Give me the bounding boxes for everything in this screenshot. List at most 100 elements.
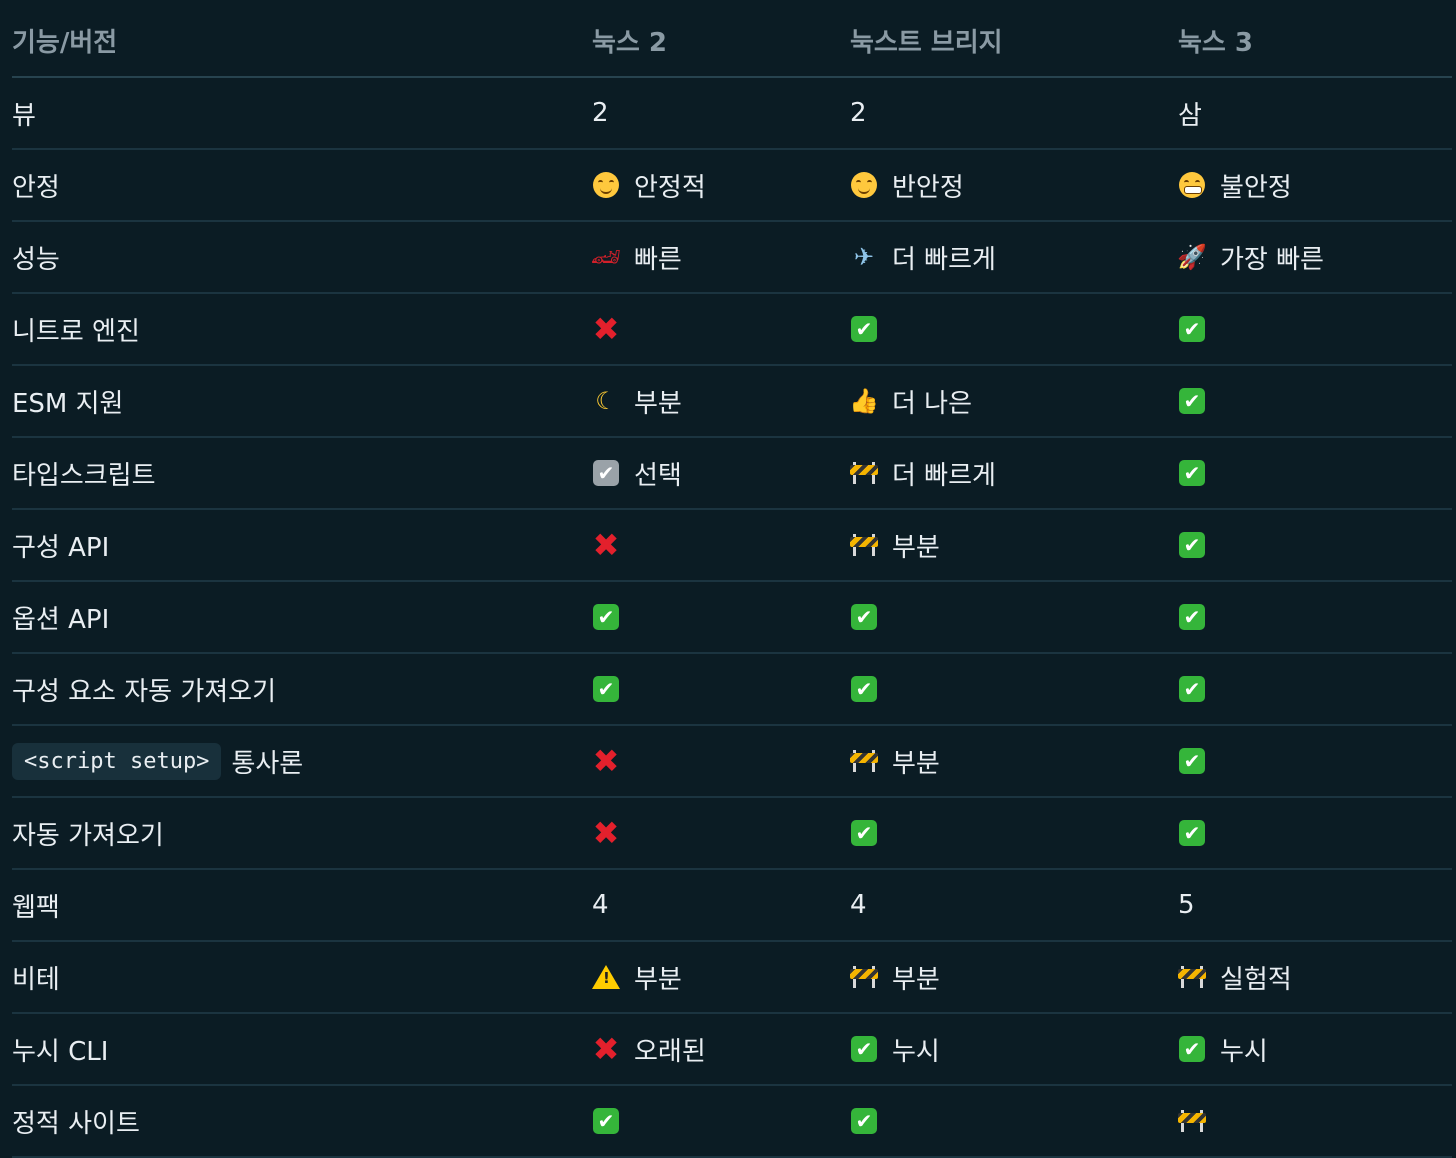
feature-name: 구성 API xyxy=(12,532,110,563)
nuxt2-value: 선택 xyxy=(634,460,682,491)
table-row: 타입스크립트 ✔ 선택 더 빠르게 ✔ xyxy=(12,438,1452,510)
table-row: 정적 사이트 ✔ ✔ xyxy=(12,1086,1452,1158)
nuxt2-value: 부분 xyxy=(634,388,682,419)
feature-cell: 타입스크립트 xyxy=(12,438,156,508)
nuxt2-value: 안정적 xyxy=(634,172,706,203)
construction-icon xyxy=(850,747,878,775)
cross-mark-icon: ✖ xyxy=(592,742,620,780)
bridge-cell: ✔ xyxy=(850,654,878,724)
bridge-cell: ✔ xyxy=(850,798,878,868)
table-row: 성능 🏎 빠른 ✈ 더 빠르게 🚀 가장 빠른 xyxy=(12,222,1452,294)
feature-cell: <script setup> 통사론 xyxy=(12,726,303,796)
table-row: 구성 API ✖ 부분 ✔ xyxy=(12,510,1452,582)
nuxt2-cell: 안정적 xyxy=(592,150,706,220)
construction-icon xyxy=(850,531,878,559)
table-row: 옵션 API ✔ ✔ ✔ xyxy=(12,582,1452,654)
nuxt3-cell: 5 xyxy=(1178,870,1195,940)
nuxt3-cell: ✔ xyxy=(1178,510,1206,580)
nuxt2-value: 빠른 xyxy=(634,244,682,275)
bridge-value: 4 xyxy=(850,890,867,920)
table-header-row: 기능/버전 눅스 2 눅스트 브리지 눅스 3 xyxy=(12,0,1452,78)
feature-name: 뷰 xyxy=(12,100,36,131)
check-mark-icon: ✔ xyxy=(1178,531,1206,559)
feature-cell: 구성 API xyxy=(12,510,109,580)
nuxt3-cell: ✔ xyxy=(1178,654,1206,724)
thumbs-up-icon: 👍 xyxy=(849,387,879,415)
nuxt2-cell: ✖ 오래된 xyxy=(592,1014,706,1084)
check-mark-icon: ✔ xyxy=(1178,387,1206,415)
nuxt2-cell: 2 xyxy=(592,78,609,148)
feature-name: 자동 가져오기 xyxy=(12,820,164,851)
feature-cell: 옵션 API xyxy=(12,582,109,652)
cross-mark-icon: ✖ xyxy=(592,526,620,564)
nuxt2-value: 오래된 xyxy=(634,1036,706,1067)
nuxt2-cell: ✔ xyxy=(592,1086,620,1156)
check-mark-icon: ✔ xyxy=(592,1107,620,1135)
table-row: 비테! 부분 부분 실험적 xyxy=(12,942,1452,1014)
crescent-moon-icon: ☾ xyxy=(595,387,617,415)
nuxt2-cell: ✔ xyxy=(592,654,620,724)
nuxt2-value: 부분 xyxy=(634,964,682,995)
check-mark-icon: ✔ xyxy=(850,675,878,703)
bridge-value: 부분 xyxy=(892,748,940,779)
check-mark-icon: ✔ xyxy=(850,819,878,847)
table-row: 웹팩 4 4 5 xyxy=(12,870,1452,942)
code-snippet: <script setup> xyxy=(12,742,222,780)
header-bridge: 눅스트 브리지 xyxy=(850,27,1003,58)
table-row: 안정 안정적 반안정 불안정 xyxy=(12,150,1452,222)
bridge-cell: 4 xyxy=(850,870,867,940)
header-feature: 기능/버전 xyxy=(12,27,118,58)
bridge-value: 누시 xyxy=(892,1036,940,1067)
check-mark-icon: ✔ xyxy=(1178,1035,1206,1063)
nuxt3-cell: 실험적 xyxy=(1178,942,1292,1012)
check-mark-icon: ✔ xyxy=(1178,603,1206,631)
feature-name: 누시 CLI xyxy=(12,1036,109,1067)
bridge-cell: 2 xyxy=(850,78,867,148)
table-row: <script setup> 통사론 ✖ 부분 ✔ xyxy=(12,726,1452,798)
feature-name: 구성 요소 자동 가져오기 xyxy=(12,676,276,707)
bridge-cell: ✈ 더 빠르게 xyxy=(850,222,996,292)
bridge-value: 반안정 xyxy=(892,172,964,203)
feature-name: ESM 지원 xyxy=(12,388,124,419)
feature-cell: 비테 xyxy=(12,942,60,1012)
check-mark-icon: ✔ xyxy=(1178,819,1206,847)
bridge-cell: 부분 xyxy=(850,510,940,580)
check-mark-icon: ✔ xyxy=(1178,459,1206,487)
feature-name: 타입스크립트 xyxy=(12,460,156,491)
rocket-icon: 🚀 xyxy=(1177,243,1207,271)
bridge-cell: 👍 더 나은 xyxy=(849,366,973,436)
airplane-icon: ✈ xyxy=(853,243,875,271)
feature-name: 웹팩 xyxy=(12,892,60,923)
nuxt2-cell: 🏎 빠른 xyxy=(591,222,682,292)
nuxt2-cell: ✔ 선택 xyxy=(592,438,682,508)
construction-icon xyxy=(850,963,878,991)
check-mark-icon: ✔ xyxy=(850,603,878,631)
nuxt2-cell: ✖ xyxy=(592,726,620,796)
bridge-cell: ✔ xyxy=(850,1086,878,1156)
feature-cell: 뷰 xyxy=(12,78,36,148)
table-row: 자동 가져오기 ✖ ✔ ✔ xyxy=(12,798,1452,870)
feature-name: 성능 xyxy=(12,244,60,275)
nuxt3-value: 가장 빠른 xyxy=(1220,244,1324,275)
table-row: 니트로 엔진 ✖ ✔ ✔ xyxy=(12,294,1452,366)
nuxt3-cell: ✔ xyxy=(1178,366,1206,436)
bridge-cell: ✔ xyxy=(850,582,878,652)
check-mark-icon: ✔ xyxy=(1178,747,1206,775)
feature-cell: 안정 xyxy=(12,150,60,220)
smiling-face-icon xyxy=(592,171,620,199)
check-mark-icon: ✔ xyxy=(850,1035,878,1063)
check-mark-icon: ✔ xyxy=(592,603,620,631)
table-row: 구성 요소 자동 가져오기 ✔ ✔ ✔ xyxy=(12,654,1452,726)
nuxt3-cell xyxy=(1178,1086,1206,1156)
feature-cell: 정적 사이트 xyxy=(12,1086,140,1156)
grimacing-face-icon xyxy=(1178,171,1206,199)
bridge-cell: ✔ xyxy=(850,294,878,364)
feature-name: 니트로 엔진 xyxy=(12,316,140,347)
bridge-value: 부분 xyxy=(892,532,940,563)
bridge-value: 더 나은 xyxy=(892,388,973,419)
nuxt3-value: 5 xyxy=(1178,890,1195,920)
nuxt3-value: 불안정 xyxy=(1220,172,1292,203)
feature-cell: 웹팩 xyxy=(12,870,60,940)
bridge-cell: 반안정 xyxy=(850,150,964,220)
feature-name: 옵션 API xyxy=(12,604,110,635)
